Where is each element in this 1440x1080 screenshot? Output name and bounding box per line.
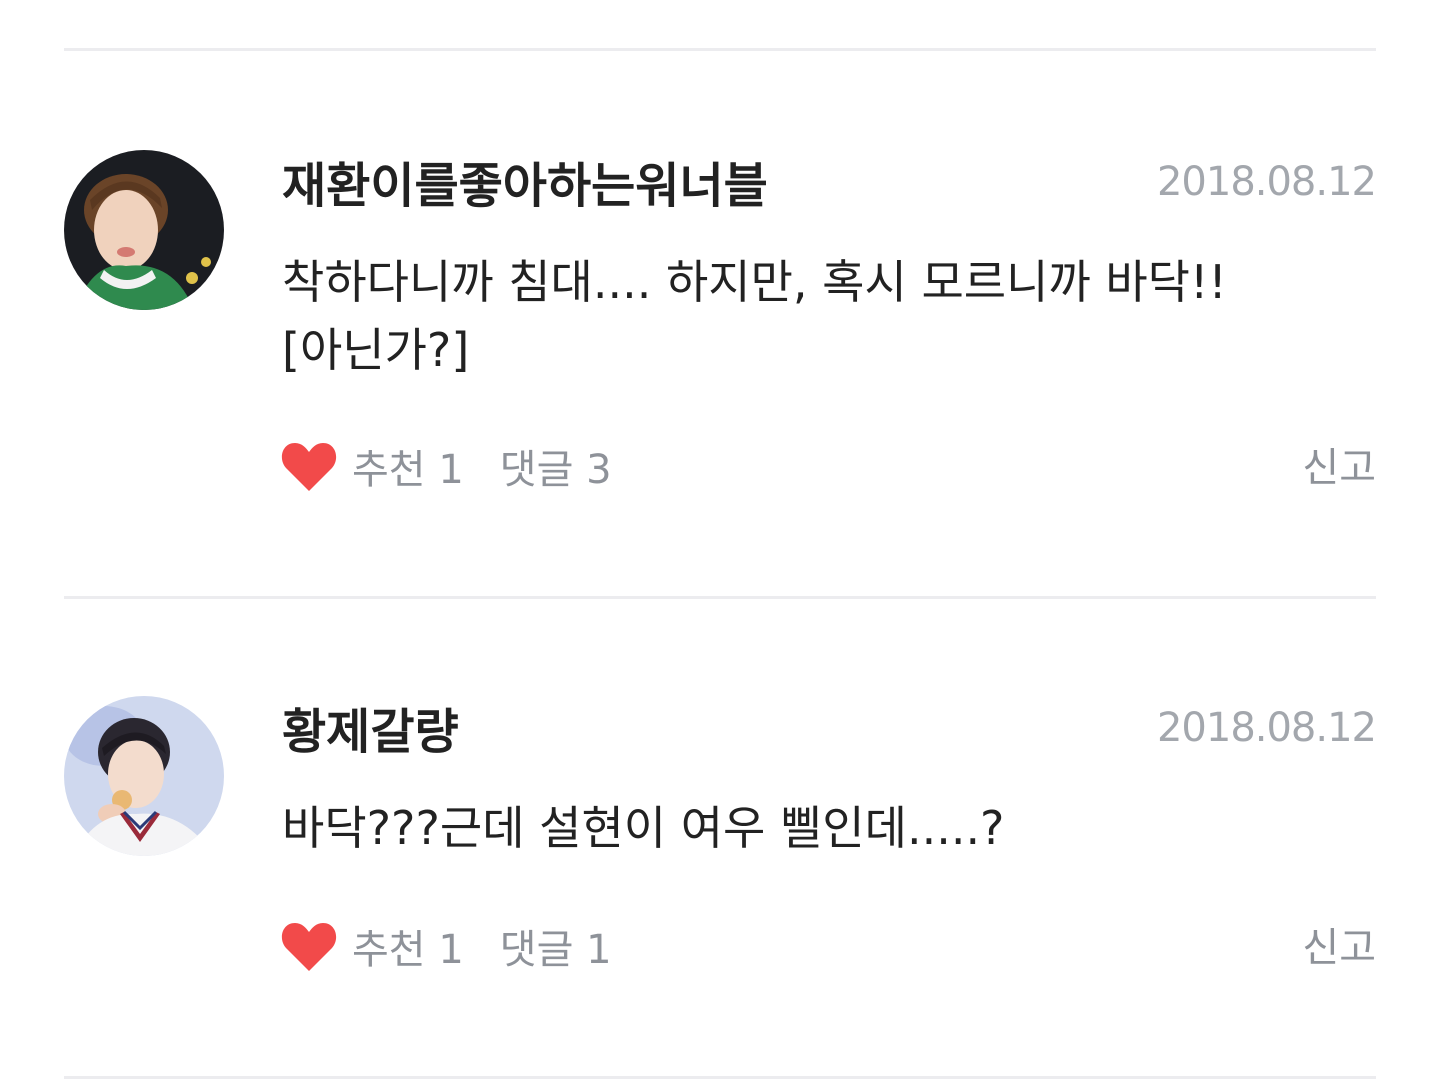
like-count[interactable]: 추천 1 [352, 437, 464, 495]
comment-author[interactable]: 황제갈량 [282, 708, 459, 756]
avatar[interactable] [64, 696, 224, 856]
report-button[interactable]: 신고 [1302, 448, 1376, 488]
reply-count[interactable]: 댓글 3 [500, 437, 612, 495]
comment-actions: 추천 1 댓글 1 [280, 916, 612, 976]
comment-date: 2018.08.12 [1156, 705, 1377, 751]
divider-bottom [64, 1076, 1376, 1079]
reply-count[interactable]: 댓글 1 [500, 917, 612, 975]
comment-text: 착하다니까 침대.... 하지만, 혹시 모르니까 바닥!! [아닌가?] [282, 255, 1227, 377]
comment-item: 재환이를좋아하는워너블 2018.08.12 착하다니까 침대.... 하지만,… [64, 0, 1377, 596]
comment-date: 2018.08.12 [1156, 159, 1377, 205]
comment-author[interactable]: 재환이를좋아하는워너블 [282, 162, 768, 210]
comment-item: 황제갈량 2018.08.12 바닥???근데 설현이 여우 삘인데.....?… [64, 596, 1377, 1080]
comment-text: 바닥???근데 설현이 여우 삘인데.....? [282, 801, 1005, 855]
avatar[interactable] [64, 150, 224, 310]
heart-icon[interactable] [280, 919, 338, 973]
comment-actions: 추천 1 댓글 3 [280, 436, 612, 496]
like-count[interactable]: 추천 1 [352, 917, 464, 975]
heart-icon[interactable] [280, 439, 338, 493]
report-button[interactable]: 신고 [1302, 928, 1376, 968]
